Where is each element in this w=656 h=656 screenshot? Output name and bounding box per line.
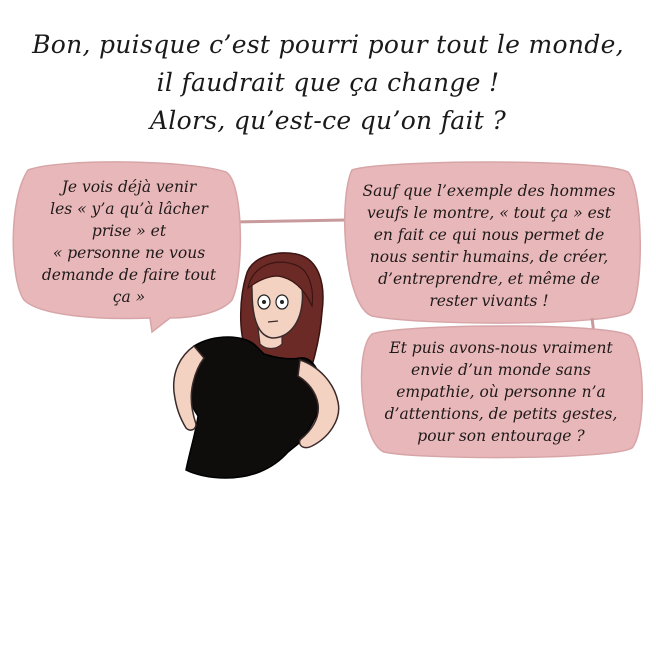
- bubble-line: Sauf que l’exemple des hommes: [362, 182, 616, 200]
- bubble-line: veufs le montre, « tout ça » est: [367, 204, 611, 222]
- bubble-line: empathie, où personne n’a: [396, 383, 606, 401]
- bubble-line: demande de faire tout: [41, 266, 217, 284]
- bubble-line: les « y’a qu’à lâcher: [50, 200, 208, 218]
- bubble-line: envie d’un monde sans: [411, 361, 591, 379]
- pupil-right: [280, 300, 284, 304]
- bubble-line: Je vois déjà venir: [61, 178, 197, 196]
- shirt: [184, 336, 324, 479]
- bubble-line: « personne ne vous: [52, 244, 206, 262]
- bubble-line: Et puis avons-nous vraiment: [389, 339, 613, 357]
- bubble-line: ça »: [112, 288, 146, 306]
- bubble-line: en fait ce qui nous permet de: [373, 226, 605, 244]
- bubble-line: rester vivants !: [429, 292, 549, 310]
- bubble-line: pour son entourage ?: [417, 427, 585, 445]
- bubble-connector: [231, 218, 347, 224]
- bubble-line: d’entreprendre, et même de: [378, 270, 600, 288]
- bubble-line: nous sentir humains, de créer,: [369, 248, 609, 266]
- speech-bubble-left-text: Je vois déjà venir les « y’a qu’à lâcher…: [26, 176, 232, 308]
- bubble-line: prise » et: [91, 222, 167, 240]
- comic-panel-art: [12, 161, 643, 479]
- pupil-left: [262, 300, 266, 304]
- bubble-line: d’attentions, de petits gestes,: [384, 405, 618, 423]
- speech-bubble-right-top-text: Sauf que l’exemple des hommes veufs le m…: [347, 180, 631, 312]
- speech-bubble-right-bottom-text: Et puis avons-nous vraiment envie d’un m…: [370, 337, 632, 447]
